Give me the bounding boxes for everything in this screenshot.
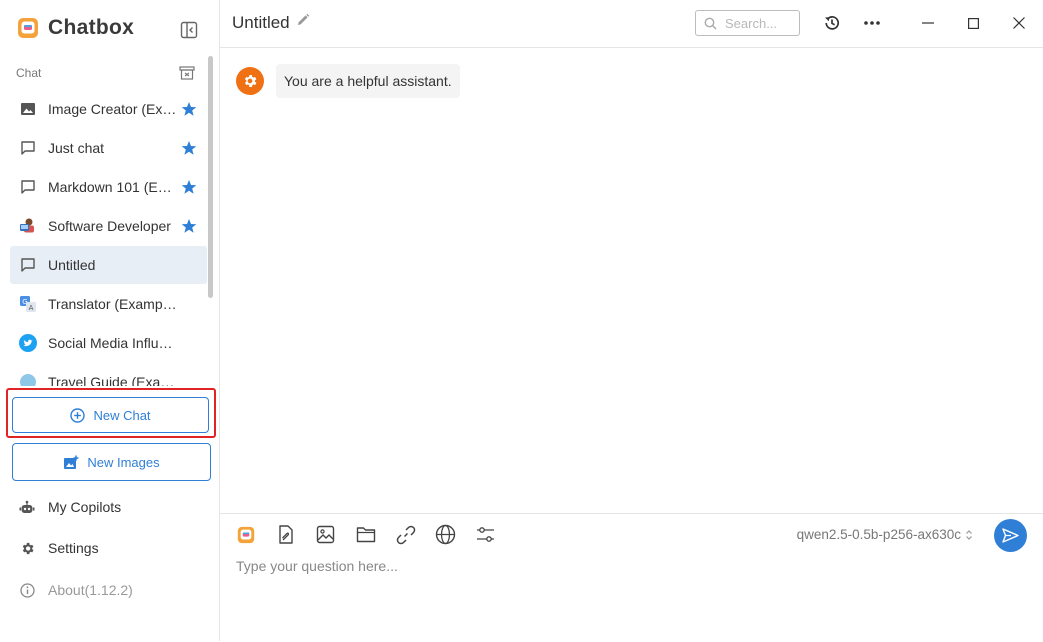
chat-section-label: Chat xyxy=(16,66,42,80)
conversation-title: Untitled xyxy=(232,13,290,32)
chat-item-label: Translator (Example) xyxy=(48,296,178,312)
image-upload-icon[interactable] xyxy=(314,523,337,546)
system-message: You are a helpful assistant. xyxy=(236,64,460,98)
chat-list: Image Creator (Example) Just chat Markdo… xyxy=(10,90,207,386)
sidebar: Chatbox Chat Image Creator (Example) Jus… xyxy=(0,0,220,641)
chat-bubble-icon xyxy=(19,139,37,157)
new-images-button[interactable]: New Images xyxy=(12,443,211,481)
search-input[interactable] xyxy=(725,15,795,31)
chat-item-software-developer[interactable]: Software Developer xyxy=(10,207,207,245)
model-name: qwen2.5-0.5b-p256-ax630c xyxy=(796,527,961,542)
brand: Chatbox xyxy=(17,16,134,40)
topbar: Untitled xyxy=(220,0,1043,48)
new-images-label: New Images xyxy=(87,454,160,470)
close-icon[interactable] xyxy=(1010,14,1028,32)
chat-item-translator[interactable]: GA Translator (Example) xyxy=(10,285,207,323)
archive-icon[interactable] xyxy=(179,66,195,80)
chat-item-markdown[interactable]: Markdown 101 (Example) xyxy=(10,168,207,206)
chat-item-label: Image Creator (Example) xyxy=(48,101,178,117)
composer-toolbar xyxy=(234,523,497,546)
chat-item-label: Untitled xyxy=(48,257,96,273)
about-label: About(1.12.2) xyxy=(48,582,133,598)
highlight-box xyxy=(6,388,216,438)
chatbox-logo-icon xyxy=(18,18,38,38)
gear-icon xyxy=(244,75,257,87)
globe-icon xyxy=(19,373,37,386)
folder-icon[interactable] xyxy=(354,523,377,546)
chat-bubble-icon xyxy=(19,178,37,196)
chat-bubble-icon xyxy=(19,256,37,274)
system-avatar xyxy=(236,67,264,95)
chat-item-label: Just chat xyxy=(48,140,105,156)
twitter-icon xyxy=(19,334,37,352)
sidebar-scrollbar[interactable] xyxy=(208,56,213,298)
developer-avatar-icon xyxy=(19,217,37,235)
app-name: Chatbox xyxy=(48,16,135,39)
message-input[interactable] xyxy=(236,558,1016,618)
star-icon[interactable] xyxy=(181,179,197,195)
chat-item-just-chat[interactable]: Just chat xyxy=(10,129,207,167)
main-panel: Untitled You are a helpful assistant. xyxy=(220,0,1043,641)
collapse-sidebar-icon[interactable] xyxy=(180,21,198,39)
chat-item-label: Software Developer xyxy=(48,218,171,234)
attach-file-icon[interactable] xyxy=(274,523,297,546)
robot-icon xyxy=(19,499,35,515)
add-image-icon xyxy=(64,455,79,469)
send-button[interactable] xyxy=(994,519,1027,552)
star-icon[interactable] xyxy=(181,140,197,156)
history-icon[interactable] xyxy=(823,14,841,32)
chat-item-untitled[interactable]: Untitled xyxy=(10,246,207,284)
settings-label: Settings xyxy=(48,540,99,556)
pencil-icon[interactable] xyxy=(296,13,310,27)
web-browsing-icon[interactable] xyxy=(434,523,457,546)
chat-item-travel-guide[interactable]: Travel Guide (Example) xyxy=(10,363,207,386)
star-icon[interactable] xyxy=(181,101,197,117)
my-copilots-label: My Copilots xyxy=(48,499,122,515)
search-box[interactable] xyxy=(695,10,800,36)
my-copilots-item[interactable]: My Copilots xyxy=(19,499,121,515)
model-selector[interactable]: qwen2.5-0.5b-p256-ax630c xyxy=(797,527,973,542)
send-icon xyxy=(1002,528,1019,543)
chevron-up-down-icon xyxy=(966,529,972,540)
message-bubble[interactable]: You are a helpful assistant. xyxy=(276,64,460,98)
settings-sliders-icon[interactable] xyxy=(474,523,497,546)
about-item[interactable]: About(1.12.2) xyxy=(19,582,133,598)
gear-icon xyxy=(19,540,35,556)
composer: qwen2.5-0.5b-p256-ax630c xyxy=(220,513,1043,642)
chatbox-logo-icon[interactable] xyxy=(234,523,257,546)
chat-item-image-creator[interactable]: Image Creator (Example) xyxy=(10,90,207,128)
maximize-icon[interactable] xyxy=(964,14,982,32)
chat-item-label: Markdown 101 (Example) xyxy=(48,179,178,195)
star-icon[interactable] xyxy=(181,218,197,234)
chat-item-social-media[interactable]: Social Media Influencer xyxy=(10,324,207,362)
chat-item-label: Social Media Influencer xyxy=(48,335,178,351)
search-icon xyxy=(704,17,717,30)
image-icon xyxy=(19,100,37,118)
link-icon[interactable] xyxy=(394,523,417,546)
translate-icon: GA xyxy=(19,295,37,313)
info-icon xyxy=(19,582,35,598)
chat-item-label: Travel Guide (Example) xyxy=(48,374,178,386)
svg-text:A: A xyxy=(29,304,34,312)
more-options-icon[interactable] xyxy=(863,14,881,32)
settings-item[interactable]: Settings xyxy=(19,540,99,556)
minimize-icon[interactable] xyxy=(919,14,937,32)
